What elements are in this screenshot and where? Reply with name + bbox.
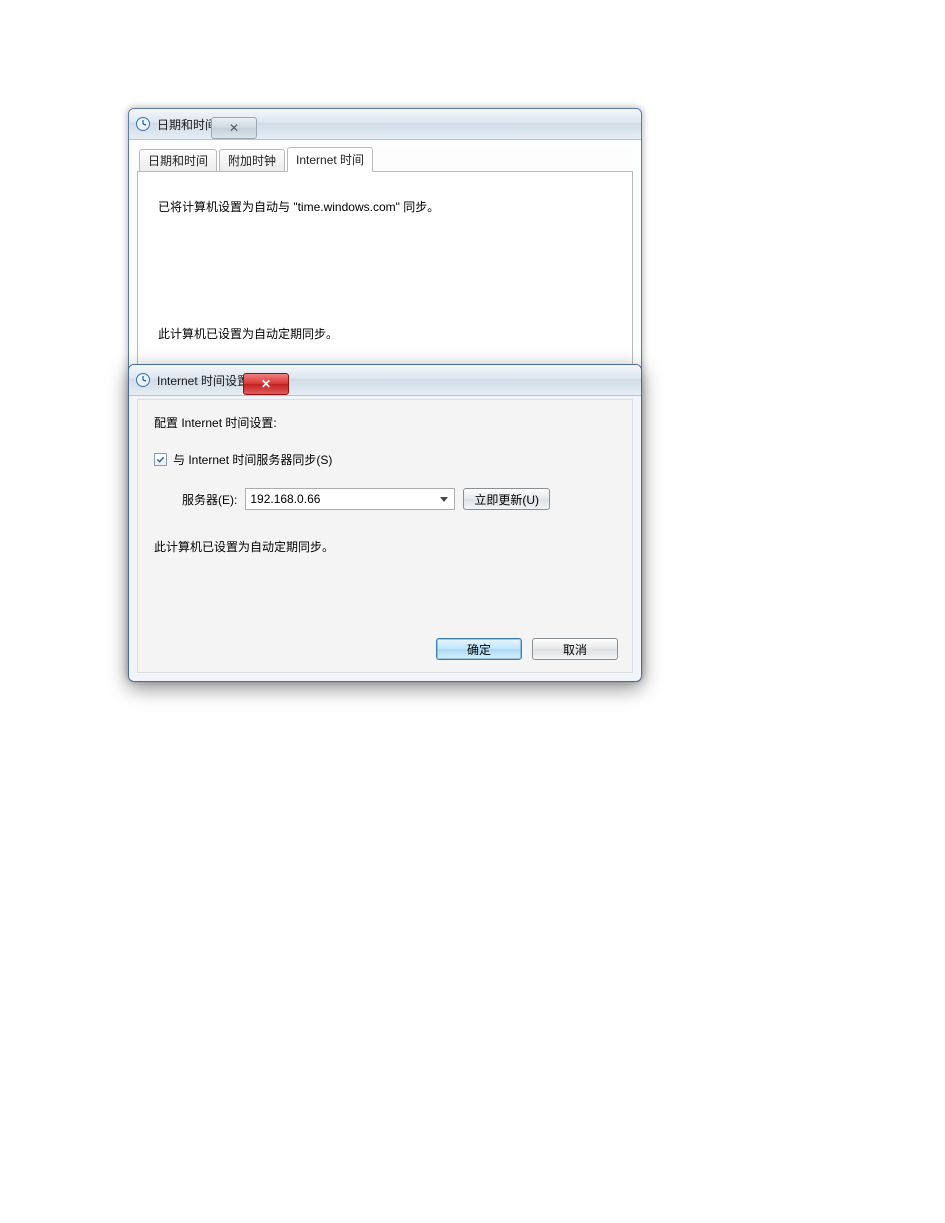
date-time-title: 日期和时间 bbox=[157, 116, 217, 133]
sync-checkbox-label: 与 Internet 时间服务器同步(S) bbox=[173, 451, 332, 468]
tab-date-time[interactable]: 日期和时间 bbox=[139, 149, 217, 171]
tab-label: 日期和时间 bbox=[148, 152, 208, 169]
tab-label: Internet 时间 bbox=[296, 151, 364, 168]
settings-title: Internet 时间设置 bbox=[157, 372, 249, 389]
clock-icon bbox=[135, 116, 151, 132]
close-icon: ✕ bbox=[229, 121, 239, 135]
auto-sync-status-text: 此计算机已设置为自动定期同步。 bbox=[154, 538, 616, 555]
internet-time-settings-dialog: Internet 时间设置 ✕ 配置 Internet 时间设置: 与 Inte… bbox=[128, 364, 642, 682]
clock-icon bbox=[135, 372, 151, 388]
close-button[interactable]: ✕ bbox=[243, 373, 289, 395]
tab-internet-time[interactable]: Internet 时间 bbox=[287, 147, 373, 172]
sync-checkbox[interactable] bbox=[154, 453, 167, 466]
sync-info-text: 已将计算机设置为自动与 "time.windows.com" 同步。 bbox=[158, 198, 612, 215]
server-label: 服务器(E): bbox=[182, 491, 237, 508]
update-now-label: 立即更新(U) bbox=[474, 491, 539, 508]
ok-label: 确定 bbox=[467, 641, 491, 658]
close-button[interactable]: ✕ bbox=[211, 117, 257, 139]
server-input[interactable] bbox=[250, 492, 434, 506]
tab-additional-clocks[interactable]: 附加时钟 bbox=[219, 149, 285, 171]
update-now-button[interactable]: 立即更新(U) bbox=[463, 488, 550, 510]
dialog-buttons: 确定 取消 bbox=[436, 638, 618, 660]
settings-titlebar[interactable]: Internet 时间设置 ✕ bbox=[129, 365, 641, 396]
sync-checkbox-row: 与 Internet 时间服务器同步(S) bbox=[154, 451, 616, 468]
date-time-titlebar[interactable]: 日期和时间 ✕ bbox=[129, 109, 641, 140]
server-row: 服务器(E): 立即更新(U) bbox=[182, 488, 616, 510]
server-dropdown-button[interactable] bbox=[436, 491, 452, 507]
cancel-button[interactable]: 取消 bbox=[532, 638, 618, 660]
tabstrip: 日期和时间 附加时钟 Internet 时间 bbox=[137, 147, 633, 172]
cancel-label: 取消 bbox=[563, 641, 587, 658]
ok-button[interactable]: 确定 bbox=[436, 638, 522, 660]
chevron-down-icon bbox=[440, 497, 448, 502]
auto-sync-status-text: 此计算机已设置为自动定期同步。 bbox=[158, 325, 612, 342]
close-icon: ✕ bbox=[261, 377, 271, 391]
tab-label: 附加时钟 bbox=[228, 152, 276, 169]
check-icon bbox=[156, 455, 165, 464]
config-heading: 配置 Internet 时间设置: bbox=[154, 414, 616, 431]
server-combobox[interactable] bbox=[245, 488, 455, 510]
settings-body: 配置 Internet 时间设置: 与 Internet 时间服务器同步(S) … bbox=[137, 399, 633, 673]
